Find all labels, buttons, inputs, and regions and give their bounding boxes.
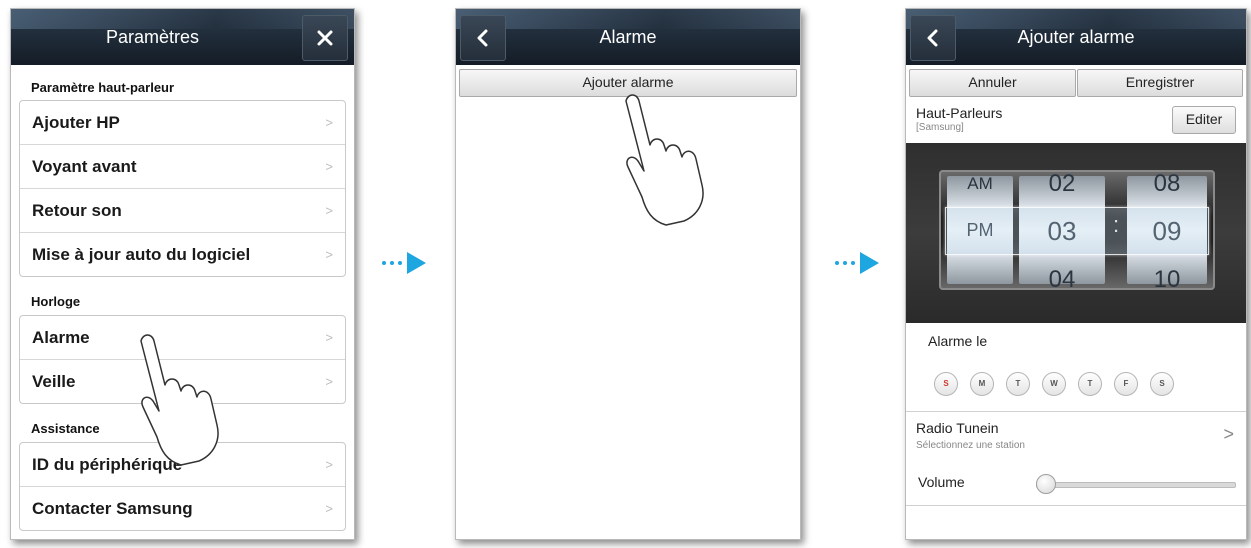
day-toggle-tuesday[interactable]: T xyxy=(1006,372,1030,396)
alarm-screen: Alarme Ajouter alarme xyxy=(455,8,801,540)
chevron-right-icon: > xyxy=(325,115,333,130)
chevron-right-icon: > xyxy=(325,159,333,174)
cancel-button[interactable]: Annuler xyxy=(909,69,1076,97)
settings-item-contact-samsung[interactable]: Contacter Samsung > xyxy=(20,487,345,530)
chevron-right-icon: > xyxy=(325,247,333,262)
settings-item-label: Contacter Samsung xyxy=(32,498,193,518)
settings-item-label: Mise à jour auto du logiciel xyxy=(32,244,251,264)
chevron-right-icon: > xyxy=(325,457,333,472)
settings-title: Paramètres xyxy=(105,27,200,47)
day-toggle-thursday[interactable]: T xyxy=(1078,372,1102,396)
volume-slider-track[interactable] xyxy=(1036,482,1236,488)
minute-next: 10 xyxy=(1153,266,1181,290)
chevron-right-icon: > xyxy=(325,203,333,218)
hand-pointer-icon xyxy=(140,334,219,466)
speaker-settings-group: Ajouter HP > Voyant avant > Retour son >… xyxy=(19,100,346,277)
settings-item-auto-update[interactable]: Mise à jour auto du logiciel > xyxy=(20,233,345,276)
settings-screen: Paramètres Paramètre haut-parleur Ajoute… xyxy=(10,8,355,540)
selection-band xyxy=(945,207,1209,255)
settings-item-label: Alarme xyxy=(32,327,90,347)
hour-next: 04 xyxy=(1048,266,1076,290)
arrow-right-icon xyxy=(382,252,426,274)
chevron-right-icon: > xyxy=(1223,424,1234,444)
settings-item-label: Retour son xyxy=(32,200,122,220)
settings-item-label: Ajouter HP xyxy=(32,112,120,132)
radio-source-row[interactable]: Radio Tunein Sélectionnez une station > xyxy=(906,411,1246,463)
day-toggle-sunday[interactable]: S xyxy=(934,372,958,396)
settings-item-add-speaker[interactable]: Ajouter HP > xyxy=(20,101,345,145)
section-label-speaker: Paramètre haut-parleur xyxy=(31,80,175,95)
radio-title: Radio Tunein xyxy=(916,420,999,436)
speakers-subtitle: [Samsung] xyxy=(916,122,964,133)
radio-subtitle: Sélectionnez une station xyxy=(916,440,1025,451)
day-toggle-saturday[interactable]: S xyxy=(1150,372,1174,396)
settings-item-front-led[interactable]: Voyant avant > xyxy=(20,145,345,189)
day-toggle-monday[interactable]: M xyxy=(970,372,994,396)
settings-item-sound-feedback[interactable]: Retour son > xyxy=(20,189,345,233)
settings-title-bar: Paramètres xyxy=(11,9,354,65)
volume-label: Volume xyxy=(918,474,965,490)
minute-prev: 08 xyxy=(1153,170,1181,197)
hand-pointer-icon xyxy=(625,94,704,226)
chevron-right-icon: > xyxy=(325,501,333,516)
alarm-title-bar: Alarme xyxy=(456,9,800,65)
close-icon xyxy=(317,30,333,46)
speakers-title: Haut-Parleurs xyxy=(916,105,1003,121)
add-alarm-title-bar: Ajouter alarme xyxy=(906,9,1246,65)
settings-item-label: Voyant avant xyxy=(32,156,137,176)
day-toggle-wednesday[interactable]: W xyxy=(1042,372,1066,396)
save-button[interactable]: Enregistrer xyxy=(1077,69,1243,97)
volume-slider-knob[interactable] xyxy=(1036,474,1056,494)
settings-item-label: Veille xyxy=(32,371,76,391)
alarm-days-label: Alarme le xyxy=(928,333,988,349)
section-label-support: Assistance xyxy=(31,421,100,436)
time-picker-frame: AM PM 02 03 04 : 08 09 10 xyxy=(939,170,1215,290)
hour-prev: 02 xyxy=(1048,170,1076,197)
arrow-right-icon xyxy=(835,252,879,274)
chevron-right-icon: > xyxy=(325,330,333,345)
ampm-prev: AM xyxy=(967,174,993,193)
add-alarm-title: Ajouter alarme xyxy=(1017,27,1135,47)
day-toggle-friday[interactable]: F xyxy=(1114,372,1138,396)
time-picker: AM PM 02 03 04 : 08 09 10 xyxy=(906,143,1246,323)
chevron-right-icon: > xyxy=(325,374,333,389)
alarm-title: Alarme xyxy=(599,27,657,47)
section-label-clock: Horloge xyxy=(31,294,81,309)
add-alarm-screen: Ajouter alarme Annuler Enregistrer Haut-… xyxy=(905,8,1247,540)
close-button[interactable] xyxy=(302,15,348,61)
volume-row: Volume xyxy=(906,461,1246,506)
edit-speakers-button[interactable]: Editer xyxy=(1172,106,1236,134)
